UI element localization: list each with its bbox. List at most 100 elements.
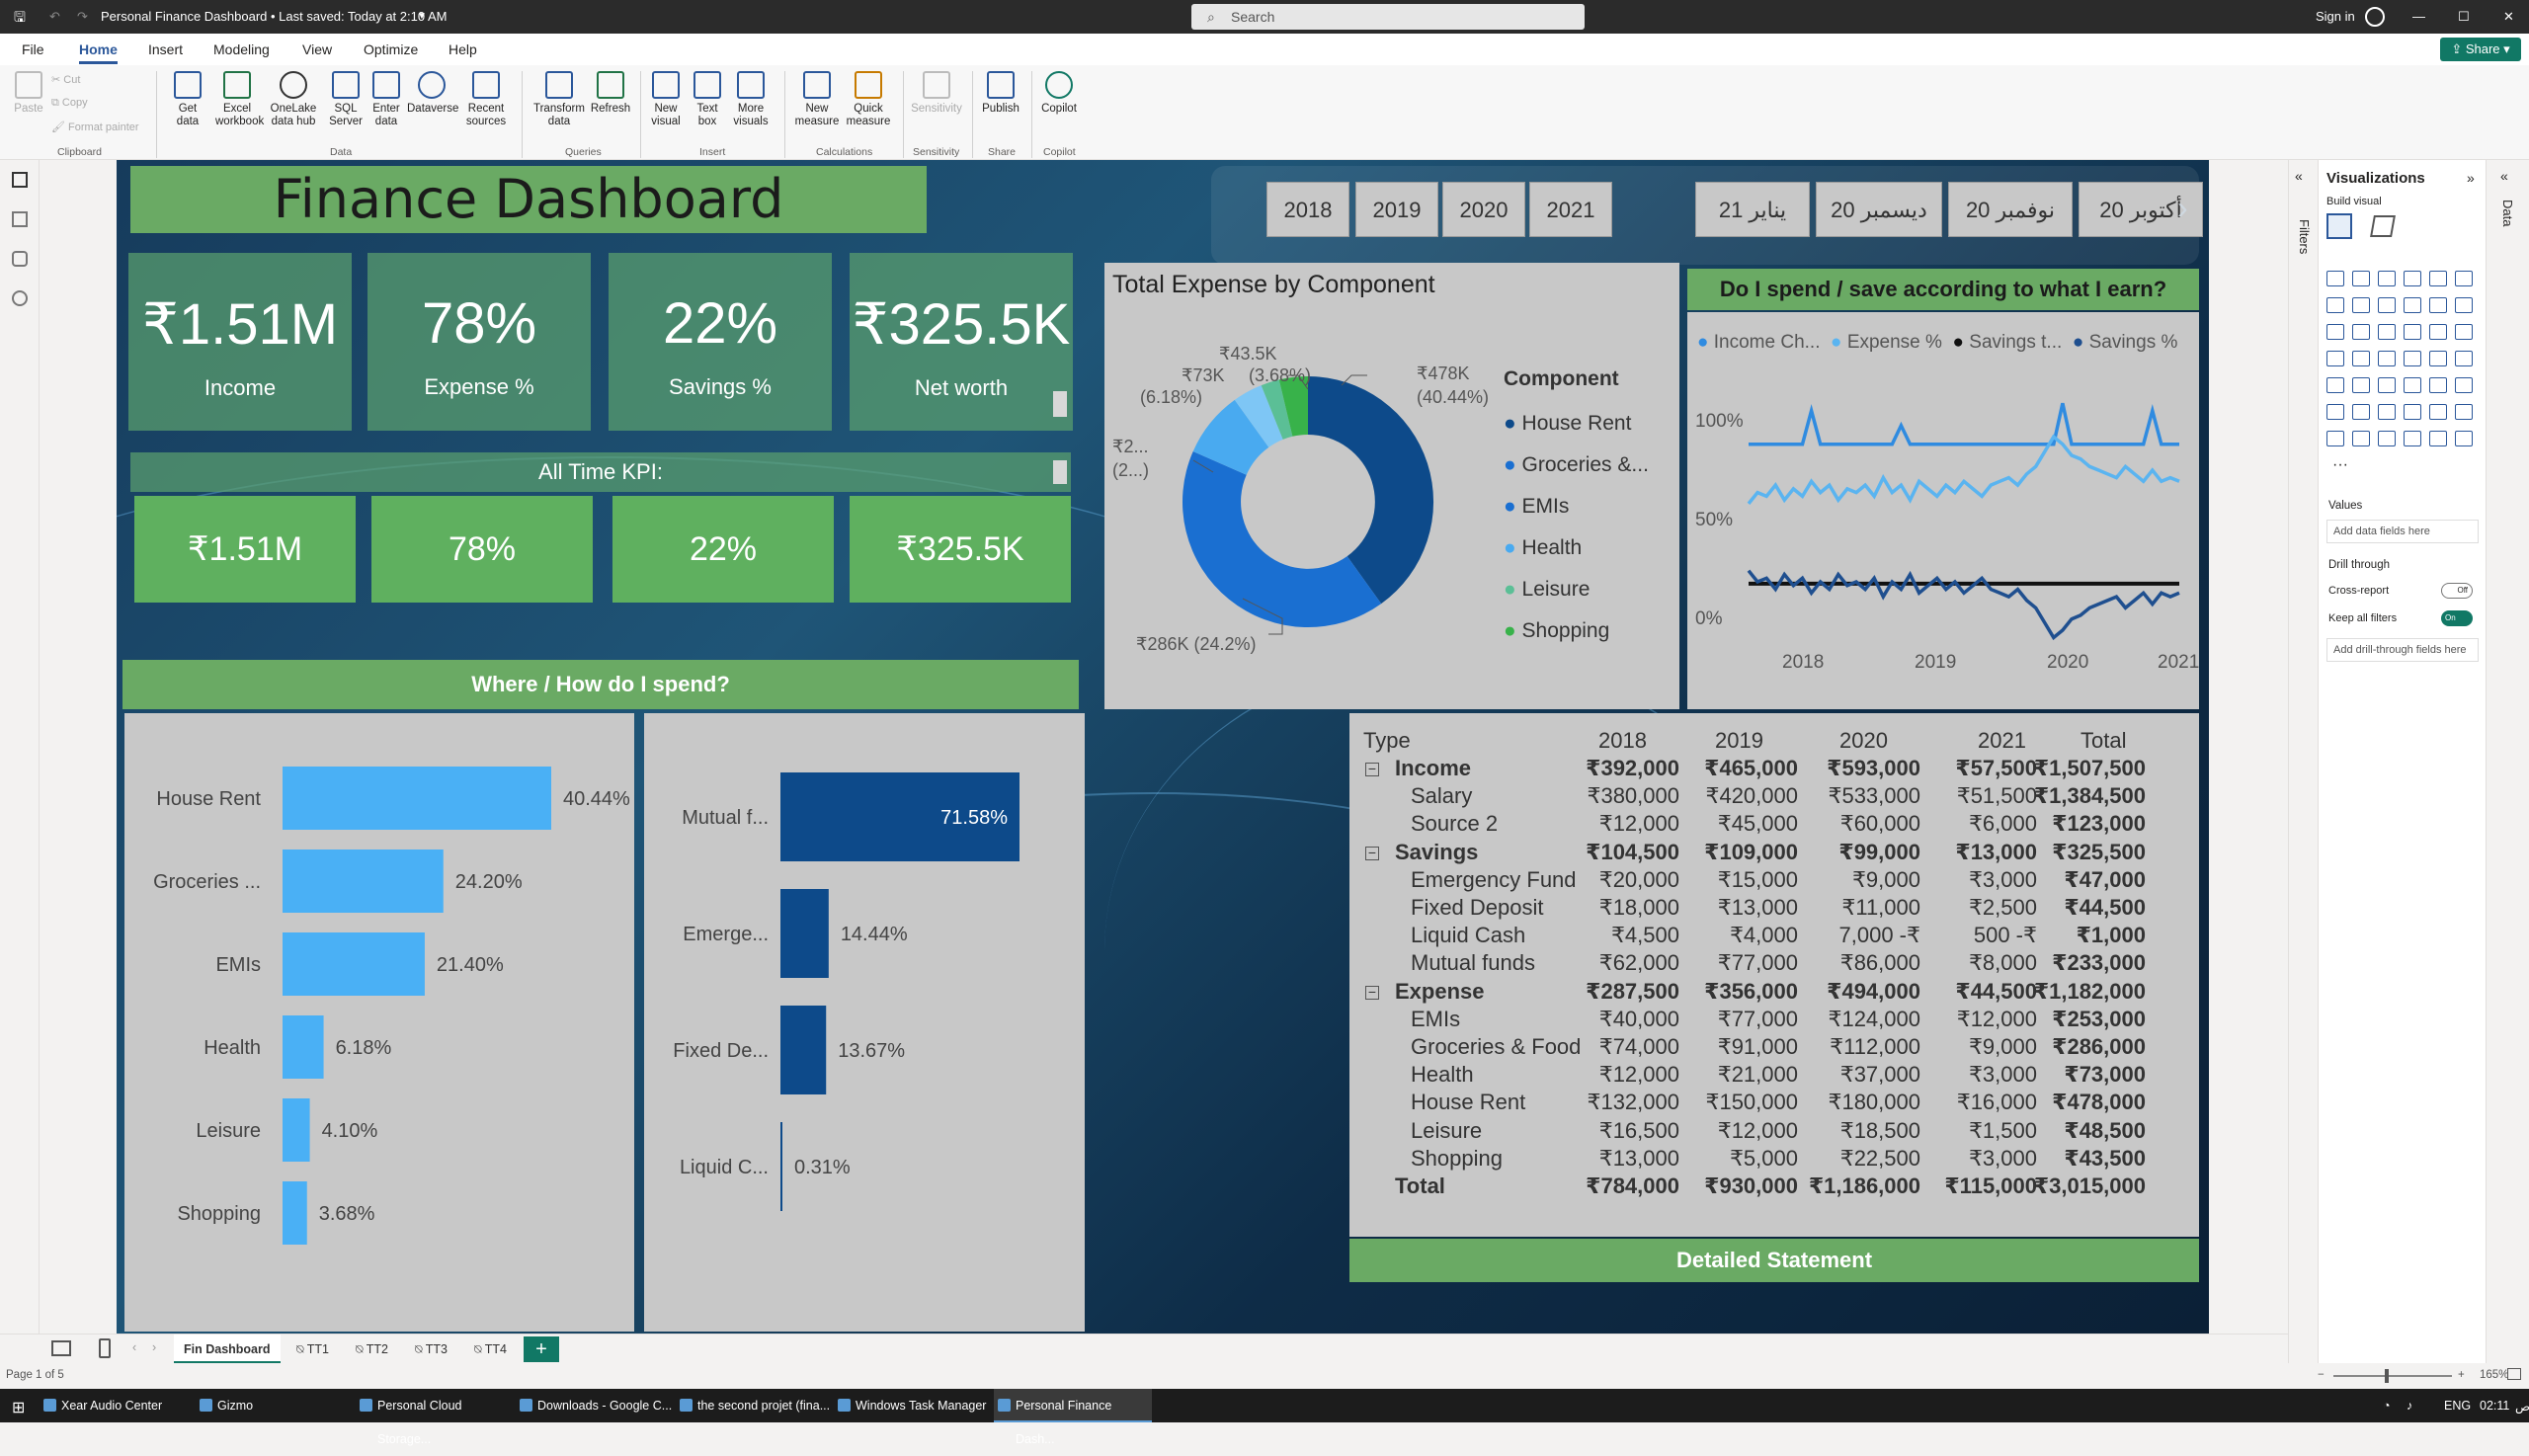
refresh-button[interactable]: Refresh: [589, 71, 632, 116]
menu-optimize[interactable]: Optimize: [364, 41, 418, 57]
dataverse-button[interactable]: Dataverse: [407, 71, 458, 116]
year-2021-button[interactable]: 2021: [1529, 182, 1612, 237]
tab-next-icon[interactable]: ›: [152, 1340, 156, 1354]
more-visuals-button[interactable]: More visuals: [729, 71, 773, 128]
network-icon[interactable]: ◔: [2383, 1399, 2391, 1413]
visual-type-icon[interactable]: [2378, 271, 2396, 286]
more-icon[interactable]: ···: [2332, 456, 2348, 474]
get-data-button[interactable]: Get data: [166, 71, 209, 128]
cross-report-toggle[interactable]: Off: [2441, 583, 2473, 599]
visual-type-icon[interactable]: [2429, 297, 2447, 313]
tab-tt1[interactable]: ⍉ TT1: [286, 1335, 339, 1364]
visual-type-icon[interactable]: [2326, 324, 2344, 340]
close-icon[interactable]: ✕: [2503, 0, 2514, 34]
visual-type-icon[interactable]: [2378, 351, 2396, 366]
visual-type-icon[interactable]: [2429, 404, 2447, 420]
redo-icon[interactable]: ↷: [77, 0, 88, 34]
account-icon[interactable]: [2365, 7, 2385, 27]
data-pane-collapsed[interactable]: « Data: [2486, 160, 2529, 1375]
visual-type-icon[interactable]: [2455, 297, 2473, 313]
new-visual-button[interactable]: New visual: [646, 71, 686, 128]
visual-type-icon[interactable]: [2378, 431, 2396, 446]
bar[interactable]: [283, 1098, 310, 1162]
slice-emis-groceries[interactable]: [1182, 451, 1382, 628]
taskbar-app[interactable]: Personal Cloud Storage...: [356, 1389, 514, 1446]
tab-tt4[interactable]: ⍉ TT4: [464, 1335, 517, 1364]
visual-type-icon[interactable]: [2429, 351, 2447, 366]
month-button[interactable]: 21 يناير: [1695, 182, 1810, 237]
mobile-layout-icon[interactable]: [99, 1338, 111, 1358]
taskbar-app[interactable]: Windows Task Manager: [834, 1389, 992, 1422]
bar[interactable]: [283, 849, 444, 913]
month-button[interactable]: 20 نوفمبر: [1948, 182, 2073, 237]
volume-icon[interactable]: ♪: [2407, 1399, 2412, 1413]
quick-measure-button[interactable]: Quick measure: [846, 71, 891, 128]
visual-type-icon[interactable]: [2352, 324, 2370, 340]
collapse-icon[interactable]: »: [2467, 170, 2475, 186]
visual-type-icon[interactable]: [2352, 377, 2370, 393]
collapse-icon[interactable]: −: [1365, 985, 1379, 1000]
zoom-plus-icon[interactable]: +: [2458, 1369, 2465, 1381]
visual-type-icon[interactable]: [2404, 377, 2421, 393]
save-icon[interactable]: 🖫: [14, 0, 26, 34]
collapse-icon[interactable]: −: [1365, 762, 1379, 776]
recent-sources-button[interactable]: Recent sources: [458, 71, 514, 128]
format-painter-button[interactable]: 🖌 Format painter: [51, 121, 139, 133]
visual-type-icon[interactable]: [2378, 404, 2396, 420]
menu-view[interactable]: View: [302, 41, 332, 57]
visual-type-icon[interactable]: [2404, 404, 2421, 420]
chevron-right-icon[interactable]: ›: [2177, 190, 2188, 226]
visual-type-icon[interactable]: [2404, 271, 2421, 286]
table-header-cell[interactable]: 2020: [1839, 727, 1888, 755]
collapse-icon[interactable]: −: [1365, 846, 1379, 860]
bar[interactable]: [283, 1181, 307, 1245]
visual-type-icon[interactable]: [2352, 297, 2370, 313]
desktop-layout-icon[interactable]: [51, 1340, 71, 1356]
tab-tt2[interactable]: ⍉ TT2: [346, 1335, 398, 1364]
undo-icon[interactable]: ↶: [49, 0, 60, 34]
sign-in-link[interactable]: Sign in: [2316, 0, 2355, 34]
bar[interactable]: [780, 1122, 782, 1211]
visual-type-icon[interactable]: [2326, 351, 2344, 366]
visual-type-icon[interactable]: [2326, 377, 2344, 393]
visual-type-icon[interactable]: [2429, 324, 2447, 340]
visual-type-icon[interactable]: [2404, 351, 2421, 366]
dax-view-icon[interactable]: [12, 290, 28, 306]
data-label[interactable]: Data: [2500, 200, 2515, 226]
visual-type-icon[interactable]: [2352, 271, 2370, 286]
bar[interactable]: [283, 932, 425, 996]
tab-prev-icon[interactable]: ‹: [132, 1340, 136, 1354]
legend-item[interactable]: ● Groceries &...: [1504, 445, 1649, 486]
sensitivity-button[interactable]: Sensitivity: [909, 71, 964, 116]
table-header-cell[interactable]: 2019: [1715, 727, 1763, 755]
table-header-cell[interactable]: Type: [1363, 727, 1411, 755]
model-view-icon[interactable]: [12, 251, 28, 267]
menu-home[interactable]: Home: [79, 41, 118, 64]
title-chevron-down-icon[interactable]: ▼: [417, 0, 427, 34]
year-2019-button[interactable]: 2019: [1355, 182, 1438, 237]
taskbar-app-active[interactable]: Personal Finance Dash...: [994, 1389, 1152, 1446]
bar[interactable]: [283, 1015, 324, 1079]
visual-type-icon[interactable]: [2378, 297, 2396, 313]
start-icon[interactable]: ⊞: [12, 1398, 25, 1417]
paste-button[interactable]: Paste: [12, 71, 45, 116]
visual-type-icon[interactable]: [2378, 324, 2396, 340]
legend-item[interactable]: ● Health: [1504, 527, 1649, 569]
sql-server-button[interactable]: SQL Server: [326, 71, 366, 128]
scrollbar-thumb[interactable]: [1053, 391, 1067, 417]
zoom-slider[interactable]: [2333, 1375, 2452, 1377]
year-2018-button[interactable]: 2018: [1266, 182, 1349, 237]
maximize-icon[interactable]: ☐: [2458, 0, 2470, 34]
visual-type-icon[interactable]: [2326, 297, 2344, 313]
taskbar-app[interactable]: Xear Audio Center: [40, 1389, 188, 1422]
language-indicator[interactable]: ENG: [2444, 1399, 2471, 1413]
tab-tt3[interactable]: ⍉ TT3: [405, 1335, 457, 1364]
cut-button[interactable]: ✂ Cut: [51, 73, 80, 86]
search-input[interactable]: ⌕ Search: [1191, 4, 1585, 30]
menu-modeling[interactable]: Modeling: [213, 41, 270, 57]
visual-type-icon[interactable]: [2455, 404, 2473, 420]
scrollbar-thumb[interactable]: [1053, 460, 1067, 484]
keep-filters-toggle[interactable]: On: [2441, 610, 2473, 626]
clock[interactable]: 02:11: [2480, 1399, 2509, 1413]
visual-type-icon[interactable]: [2352, 404, 2370, 420]
